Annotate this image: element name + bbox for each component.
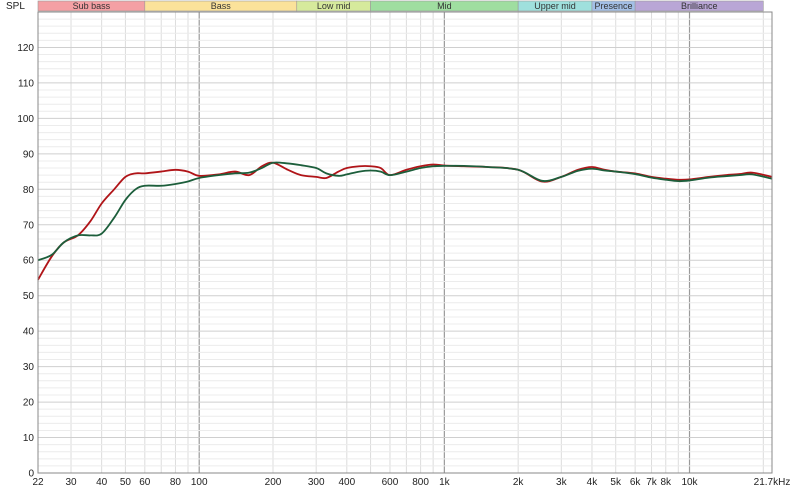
- band-label-5: Presence: [595, 1, 633, 11]
- y-tick-labels: 0102030405060708090100110120: [17, 43, 34, 480]
- y-tick-label-11: 110: [18, 78, 34, 89]
- chart-svg: Sub bass Bass Low mid Mid Upper mid Presence B…: [6, 0, 790, 488]
- x-tick-label-1: 30: [65, 477, 77, 488]
- band-label-3: Mid: [437, 1, 452, 11]
- band-label-6: Brilliance: [681, 1, 718, 11]
- y-axis-label: SPL: [6, 1, 25, 12]
- plot-background: [38, 12, 772, 473]
- y-tick-label-3: 30: [23, 362, 35, 373]
- x-tick-label-9: 400: [338, 477, 355, 488]
- x-tick-label-2: 40: [96, 477, 108, 488]
- y-tick-label-4: 40: [23, 327, 35, 338]
- x-tick-label-11: 800: [412, 477, 429, 488]
- x-tick-label-8: 300: [308, 477, 325, 488]
- y-tick-label-1: 10: [23, 433, 35, 444]
- x-tick-label-16: 5k: [610, 477, 622, 488]
- band-label-1: Bass: [211, 1, 232, 11]
- x-tick-label-10: 600: [382, 477, 399, 488]
- x-tick-label-4: 60: [139, 477, 151, 488]
- x-tick-label-15: 4k: [587, 477, 599, 488]
- y-tick-label-9: 90: [23, 149, 35, 160]
- x-tick-label-3: 50: [120, 477, 132, 488]
- x-tick-label-12: 1k: [439, 477, 451, 488]
- x-tick-label-14: 3k: [556, 477, 568, 488]
- x-tick-label-20: 10k: [681, 477, 698, 488]
- x-tick-label-13: 2k: [513, 477, 525, 488]
- x-tick-label-21: 21.7kHz: [754, 477, 791, 488]
- frequency-bands: Sub bass Bass Low mid Mid Upper mid Presence B…: [37, 0, 764, 12]
- y-tick-label-5: 50: [23, 291, 35, 302]
- band-label-4: Upper mid: [534, 1, 576, 11]
- x-tick-label-17: 6k: [630, 477, 642, 488]
- y-tick-label-10: 100: [17, 114, 34, 125]
- y-tick-label-6: 60: [23, 256, 35, 267]
- x-tick-label-7: 200: [265, 477, 282, 488]
- band-label-0: Sub bass: [73, 1, 111, 11]
- x-tick-labels: 22 30 40 50 60 80 100 200 300 400 600 800 1k 2k 3k 4k 5k…: [32, 477, 790, 488]
- frequency-response-chart: Sub bass Bass Low mid Mid Upper mid Presence B…: [0, 0, 800, 490]
- x-tick-label-0: 22: [32, 477, 44, 488]
- x-tick-label-18: 7k: [646, 477, 658, 488]
- y-tick-label-12: 120: [17, 43, 34, 54]
- y-tick-label-2: 20: [23, 398, 35, 409]
- x-tick-label-19: 8k: [660, 477, 672, 488]
- x-tick-label-6: 100: [191, 477, 208, 488]
- y-tick-label-8: 80: [23, 185, 35, 196]
- band-label-2: Low mid: [317, 1, 351, 11]
- x-tick-label-5: 80: [170, 477, 182, 488]
- y-tick-label-7: 70: [23, 220, 35, 231]
